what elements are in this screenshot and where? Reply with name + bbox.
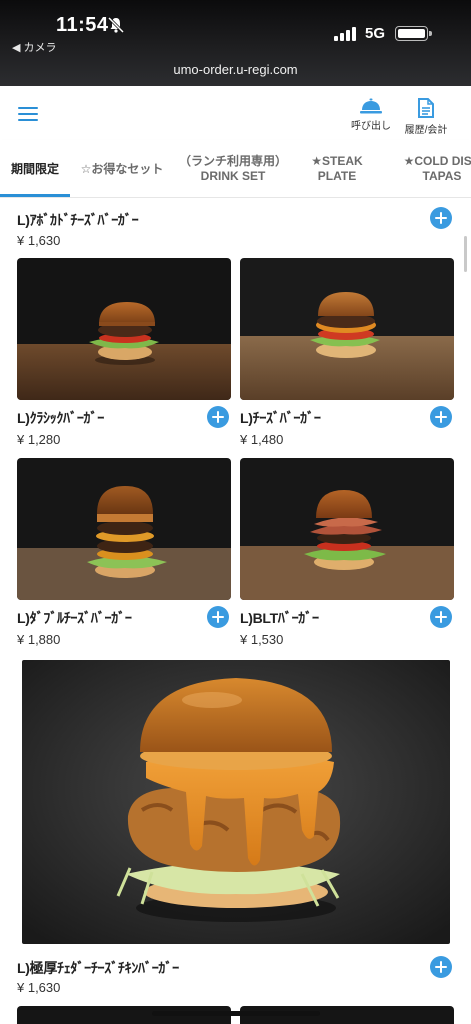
add-item-button[interactable] <box>207 406 229 428</box>
signal-icon <box>334 27 356 41</box>
call-staff-button[interactable]: 呼び出し <box>348 98 394 132</box>
item-name: L)ﾀﾞﾌﾞﾙﾁｰｽﾞﾊﾞｰｶﾞｰ <box>17 610 132 626</box>
scroll-indicator[interactable] <box>464 236 467 272</box>
browser-top-bar: 11:54 ◀ カメラ 5G umo-order.u-regi.com <box>0 0 471 86</box>
item-price: ¥ 1,630 <box>17 980 61 995</box>
item-price: ¥ 1,880 <box>17 632 61 647</box>
tab-limited[interactable]: 期間限定 <box>0 140 70 197</box>
history-checkout-button[interactable]: 履歴/会計 <box>400 98 452 136</box>
item-name: L)ｸﾗｼｯｸﾊﾞｰｶﾞｰ <box>17 410 104 426</box>
item-price: ¥ 1,530 <box>240 632 284 647</box>
item-photo-blt[interactable] <box>240 458 454 600</box>
add-item-button[interactable] <box>430 956 452 978</box>
item-name: L)BLTﾊﾞｰｶﾞｰ <box>240 610 319 626</box>
document-icon <box>418 98 434 118</box>
app-header: 呼び出し 履歴/会計 <box>0 86 471 140</box>
item-photo-double-cheese[interactable] <box>17 458 231 600</box>
call-label: 呼び出し <box>351 121 391 132</box>
back-to-app-link[interactable]: ◀ カメラ <box>12 39 57 55</box>
add-item-button[interactable] <box>207 606 229 628</box>
home-indicator[interactable] <box>152 1011 320 1016</box>
tab-lunch-drink-set[interactable]: （ランチ利用専用）DRINK SET <box>178 140 288 197</box>
item-photo-cheese[interactable] <box>240 258 454 400</box>
tab-steak-plate[interactable]: ★STEAK PLATE <box>296 140 378 197</box>
add-item-button[interactable] <box>430 606 452 628</box>
item-name: L)ｱﾎﾞｶﾄﾞﾁｰｽﾞﾊﾞｰｶﾞｰ <box>17 212 139 228</box>
tab-cold-dish-tapas[interactable]: ★COLD DISH TAPAS <box>392 140 471 197</box>
item-photo-cheddar-chicken[interactable] <box>22 660 450 944</box>
item-name: L)極厚ﾁｪﾀﾞｰﾁｰｽﾞﾁｷﾝﾊﾞｰｶﾞｰ <box>17 960 179 976</box>
silent-bell-icon <box>107 16 125 34</box>
battery-icon <box>395 26 432 41</box>
item-price: ¥ 1,480 <box>240 432 284 447</box>
hamburger-menu-icon[interactable] <box>18 107 38 121</box>
tab-value-set[interactable]: ☆お得なセット <box>74 140 170 197</box>
status-time: 11:54 <box>56 14 109 36</box>
category-tabs: 期間限定 ☆お得なセット （ランチ利用専用）DRINK SET ★STEAK P… <box>0 140 471 198</box>
add-item-button[interactable] <box>430 207 452 229</box>
add-item-button[interactable] <box>430 406 452 428</box>
history-label: 履歴/会計 <box>404 125 448 136</box>
url-bar[interactable]: umo-order.u-regi.com <box>0 62 471 77</box>
menu-list[interactable]: L)ｱﾎﾞｶﾄﾞﾁｰｽﾞﾊﾞｰｶﾞｰ ¥ 1,630 L)ｸﾗｼｯｸﾊﾞｰｶﾞｰ… <box>0 198 471 1024</box>
item-price: ¥ 1,630 <box>17 233 61 248</box>
item-photo-classic[interactable] <box>17 258 231 400</box>
network-type: 5G <box>365 25 386 42</box>
item-price: ¥ 1,280 <box>17 432 61 447</box>
service-bell-icon <box>360 98 382 114</box>
item-name: L)ﾁｰｽﾞﾊﾞｰｶﾞｰ <box>240 410 321 426</box>
